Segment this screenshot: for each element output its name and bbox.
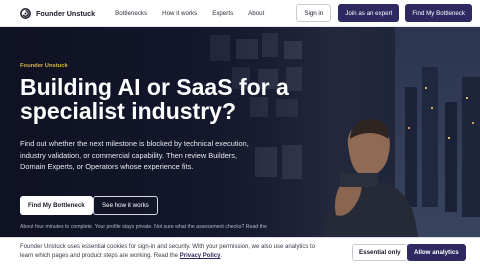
- find-bottleneck-nav-button[interactable]: Find My Bottleneck: [405, 4, 472, 22]
- nav-links: Bottlenecks How it works Experts About: [115, 10, 279, 17]
- see-how-it-works-button[interactable]: See how it works: [93, 196, 158, 215]
- essential-only-button[interactable]: Essential only: [352, 244, 408, 261]
- allow-analytics-button[interactable]: Allow analytics: [407, 244, 466, 261]
- hero-note: About four minutes to complete. Your pro…: [20, 224, 267, 230]
- cookie-banner: Founder Unstuck uses essential cookies f…: [0, 237, 480, 267]
- hero-description: Find out whether the next milestone is b…: [20, 139, 249, 171]
- cookie-text: Founder Unstuck uses essential cookies f…: [20, 243, 320, 261]
- find-bottleneck-hero-button[interactable]: Find My Bottleneck: [20, 196, 93, 215]
- hero-title: Building AI or SaaS for a specialist ind…: [20, 74, 289, 124]
- top-navbar: Founder Unstuck Bottlenecks How it works…: [0, 0, 480, 27]
- hero-section: Founder Unstuck Building AI or SaaS for …: [0, 27, 480, 267]
- sign-in-button[interactable]: Sign in: [296, 4, 332, 22]
- join-as-expert-button[interactable]: Join as an expert: [338, 4, 400, 22]
- brand-name: Founder Unstuck: [36, 8, 96, 18]
- nav-actions: Sign in Join as an expert Find My Bottle…: [296, 4, 472, 22]
- cookie-text-end: .: [220, 253, 223, 259]
- privacy-policy-link[interactable]: Privacy Policy: [180, 253, 221, 259]
- nav-link-bottlenecks[interactable]: Bottlenecks: [115, 10, 147, 17]
- swirl-logo-icon: [20, 7, 31, 19]
- cookie-message: Founder Unstuck uses essential cookies f…: [20, 244, 316, 259]
- nav-link-about[interactable]: About: [248, 10, 264, 17]
- hero-eyebrow: Founder Unstuck: [20, 63, 68, 69]
- nav-link-how-it-works[interactable]: How it works: [162, 10, 197, 17]
- nav-link-experts[interactable]: Experts: [212, 10, 233, 17]
- brand[interactable]: Founder Unstuck: [20, 7, 96, 19]
